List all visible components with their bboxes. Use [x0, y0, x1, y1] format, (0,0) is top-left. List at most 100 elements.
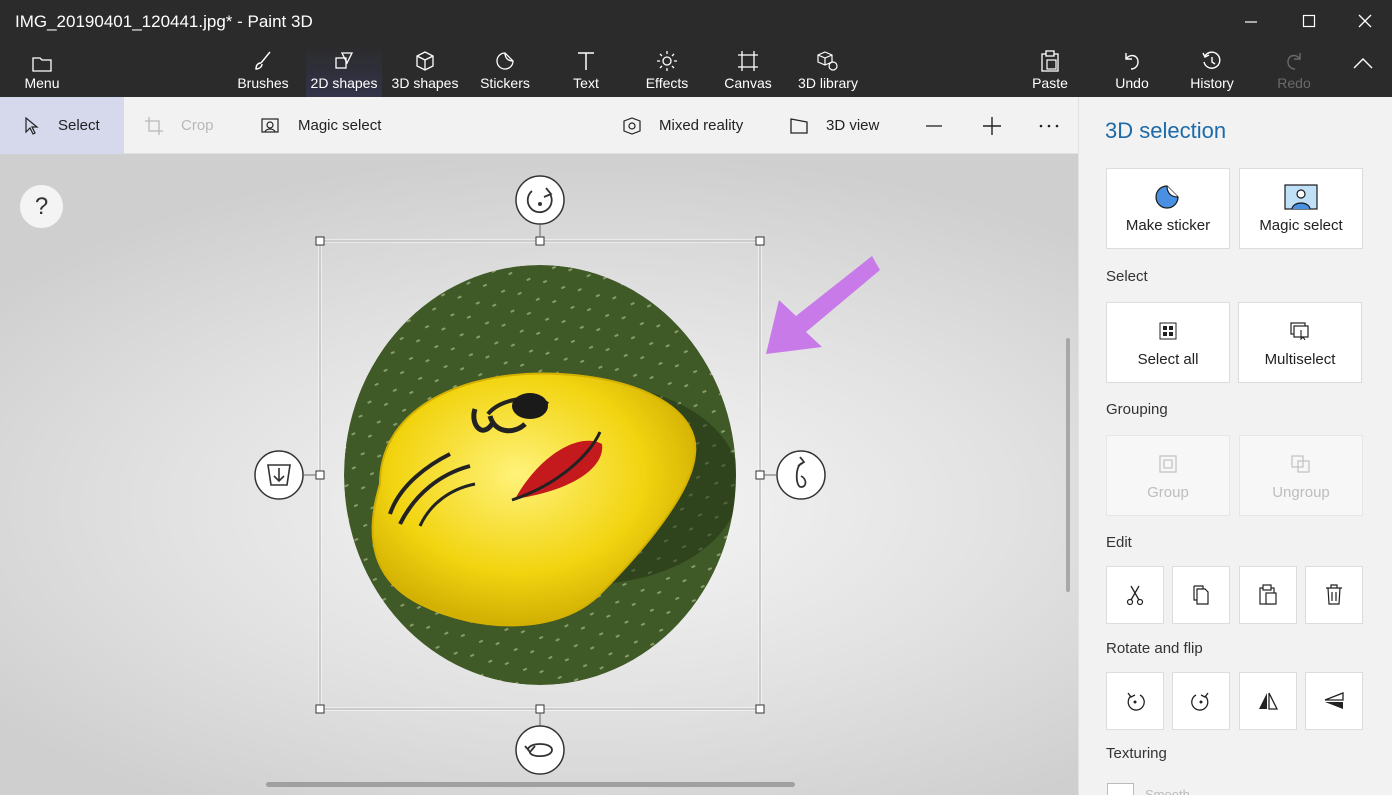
cursor-icon — [20, 115, 42, 137]
resize-handle-left — [315, 470, 325, 480]
tool-text[interactable]: Text — [566, 44, 606, 97]
panel-title: 3D selection — [1105, 118, 1227, 143]
close-button[interactable] — [1350, 8, 1380, 34]
flip-vertical-button[interactable] — [1305, 672, 1363, 730]
tool-2d-shapes[interactable]: 2D shapes — [306, 44, 382, 97]
scissors-icon — [1126, 585, 1144, 606]
make-sticker-button[interactable]: Make sticker — [1106, 168, 1230, 249]
delete-button[interactable] — [1305, 566, 1363, 624]
copy-button[interactable] — [1172, 566, 1230, 624]
sticker-icon — [1154, 183, 1182, 211]
minimize-button[interactable] — [1236, 8, 1266, 34]
horizontal-scrollbar[interactable] — [266, 782, 795, 787]
annotation-arrow — [766, 256, 880, 354]
tool-stickers[interactable]: Stickers — [474, 44, 536, 97]
paste-icon — [1259, 584, 1277, 605]
history-button[interactable]: History — [1186, 44, 1238, 97]
tool-effects[interactable]: Effects — [642, 44, 692, 97]
maximize-button[interactable] — [1294, 8, 1324, 34]
magic-select-tool[interactable]: Magic select — [260, 97, 381, 154]
paste-button[interactable]: Paste — [1030, 44, 1070, 97]
undo-icon — [1125, 53, 1139, 70]
menu-button[interactable]: Menu — [18, 44, 66, 97]
edit-section-label: Edit — [1106, 534, 1132, 551]
crop-tool-label: Crop — [181, 117, 214, 134]
3d-library-icon — [817, 51, 838, 71]
more-options-button[interactable] — [1036, 97, 1062, 154]
canvas-area[interactable]: ? — [0, 154, 1078, 795]
resize-handle-bottom-right — [755, 704, 765, 714]
redo-button[interactable]: Redo — [1274, 44, 1314, 97]
chevron-up-icon — [1353, 58, 1373, 69]
undo-button[interactable]: Undo — [1112, 44, 1152, 97]
resize-handle-bottom — [535, 704, 545, 714]
grouping-section-label: Grouping — [1106, 401, 1168, 418]
vertical-scrollbar[interactable] — [1066, 338, 1070, 592]
rotate-left-icon — [1127, 692, 1145, 711]
brush-icon — [255, 51, 271, 70]
multiselect-button[interactable]: Multiselect — [1238, 302, 1362, 383]
depth-handle[interactable] — [254, 450, 304, 500]
zoom-in-button[interactable] — [980, 97, 1004, 154]
magic-select-button[interactable]: Magic select — [1239, 168, 1363, 249]
3d-view-label: 3D view — [826, 117, 880, 134]
redo-icon — [1287, 53, 1301, 70]
rotate-z-handle[interactable] — [515, 175, 565, 225]
cut-button[interactable] — [1106, 566, 1164, 624]
magic-select-icon — [260, 115, 282, 137]
resize-handle-top-left — [315, 236, 325, 246]
window-title: IMG_20190401_120441.jpg* - Paint 3D — [15, 12, 313, 31]
rotate-y-handle[interactable] — [515, 725, 565, 775]
smooth-label: Smooth — [1145, 787, 1190, 795]
multiselect-icon — [1290, 317, 1310, 345]
3d-view-button[interactable]: 3D view — [788, 97, 879, 154]
side-panel: 3D selection Make sticker Magic select S… — [1078, 97, 1392, 795]
mixed-reality-icon — [621, 115, 643, 137]
copy-icon — [1193, 585, 1209, 605]
resize-handle-top-right — [755, 236, 765, 246]
select-all-icon — [1159, 317, 1177, 345]
zoom-out-button[interactable] — [922, 97, 946, 154]
image-object[interactable] — [344, 265, 740, 685]
ungroup-button[interactable]: Ungroup — [1239, 435, 1363, 516]
rotate-left-button[interactable] — [1106, 672, 1164, 730]
select-all-button[interactable]: Select all — [1106, 302, 1230, 383]
tool-brushes[interactable]: Brushes — [232, 44, 294, 97]
group-icon — [1159, 450, 1177, 478]
folder-icon — [32, 57, 52, 72]
flip-horizontal-icon — [1259, 692, 1279, 710]
texturing-section-label: Texturing — [1106, 745, 1167, 762]
menu-label: Menu — [24, 75, 60, 91]
effects-icon — [657, 51, 677, 71]
smooth-checkbox[interactable] — [1107, 783, 1134, 795]
mixed-reality-label: Mixed reality — [659, 117, 744, 134]
ungroup-icon — [1291, 450, 1311, 478]
tool-3d-shapes[interactable]: 3D shapes — [388, 44, 462, 97]
group-button[interactable]: Group — [1106, 435, 1230, 516]
minus-icon — [926, 124, 942, 127]
maximize-icon — [1302, 14, 1316, 28]
tool-canvas[interactable]: Canvas — [722, 44, 774, 97]
3d-shapes-icon — [416, 51, 434, 71]
rotate-x-handle[interactable] — [776, 450, 826, 500]
resize-handle-top — [535, 236, 545, 246]
text-icon — [578, 52, 594, 70]
select-tool[interactable]: Select — [0, 97, 124, 154]
trash-icon — [1326, 584, 1342, 605]
minimize-icon — [1245, 21, 1257, 23]
tool-3d-library[interactable]: 3D library — [796, 44, 860, 97]
ribbon: Menu Brushes 2D shapes 3D shapes Sticker… — [0, 44, 1392, 97]
flip-horizontal-button[interactable] — [1239, 672, 1297, 730]
rotate-right-button[interactable] — [1172, 672, 1230, 730]
select-section-label: Select — [1106, 268, 1148, 285]
paste-icon — [1041, 50, 1059, 72]
crop-tool[interactable]: Crop — [143, 97, 214, 154]
magic-select-icon — [1283, 183, 1319, 211]
more-icon — [1039, 124, 1059, 127]
collapse-ribbon-button[interactable] — [1348, 56, 1378, 86]
tool-options-bar: Select Crop Magic select Mixed reality 3… — [0, 97, 1078, 154]
paste-button-panel[interactable] — [1239, 566, 1297, 624]
rotate-right-icon — [1191, 692, 1209, 711]
mixed-reality-button[interactable]: Mixed reality — [621, 97, 743, 154]
resize-handle-bottom-left — [315, 704, 325, 714]
